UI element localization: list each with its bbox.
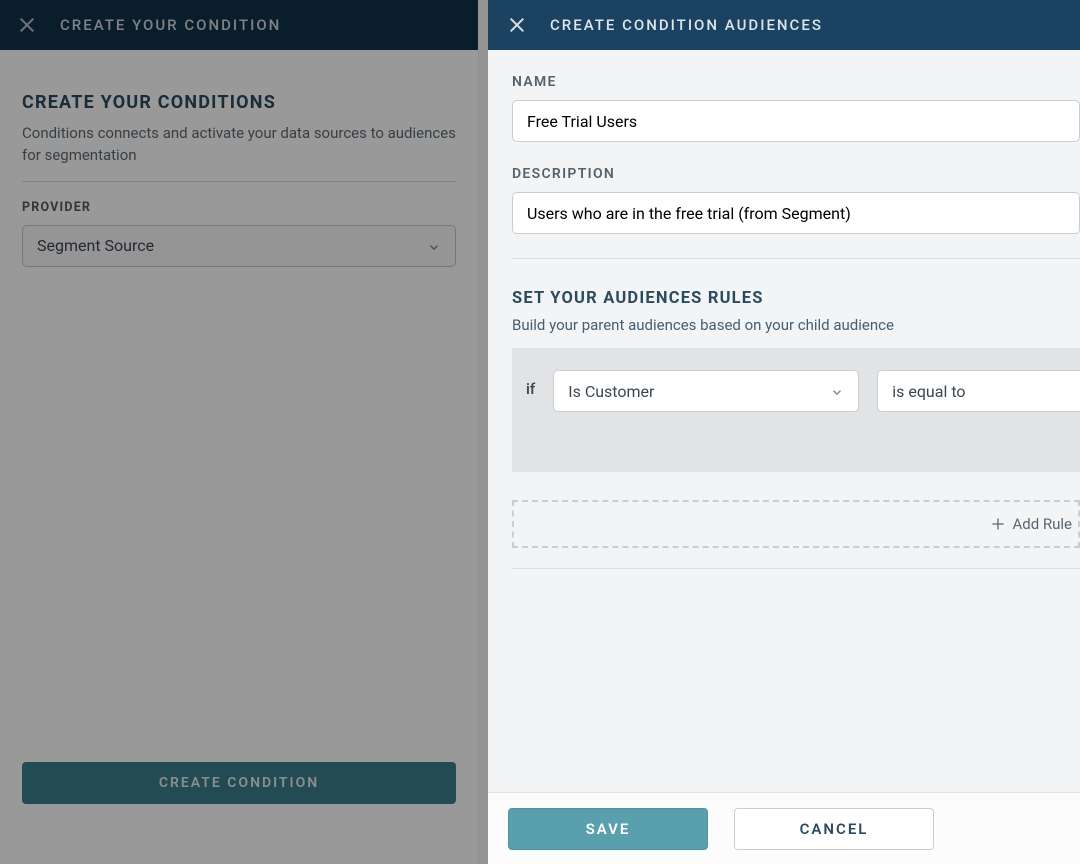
panel-divider: [478, 0, 488, 864]
right-panel-title: CREATE CONDITION AUDIENCES: [550, 16, 823, 34]
name-input[interactable]: [512, 100, 1080, 142]
left-panel-header: CREATE YOUR CONDITION: [0, 0, 478, 50]
provider-label: PROVIDER: [22, 200, 456, 215]
chevron-down-icon: [830, 384, 844, 398]
divider: [512, 568, 1080, 569]
right-panel-header: CREATE CONDITION AUDIENCES: [488, 0, 1080, 50]
name-label: NAME: [512, 74, 1080, 90]
rule-field-value: Is Customer: [568, 382, 654, 401]
rules-subtitle: Build your parent audiences based on you…: [512, 316, 1080, 334]
rules-title: SET YOUR AUDIENCES RULES: [512, 289, 1080, 308]
save-button[interactable]: SAVE: [508, 808, 708, 850]
chevron-down-icon: [427, 239, 441, 253]
close-icon[interactable]: [506, 14, 528, 36]
conditions-subtitle: Conditions connects and activate your da…: [22, 123, 456, 182]
rule-operator-select[interactable]: is equal to: [877, 370, 1080, 412]
rule-row: if Is Customer is equal to: [512, 348, 1080, 472]
add-rule-label: Add Rule: [1012, 515, 1072, 533]
create-condition-button[interactable]: CREATE CONDITION: [22, 762, 456, 804]
rule-field-select[interactable]: Is Customer: [553, 370, 859, 412]
provider-select-value: Segment Source: [37, 236, 154, 255]
conditions-title: CREATE YOUR CONDITIONS: [22, 92, 456, 113]
cancel-button[interactable]: CANCEL: [734, 808, 934, 850]
rule-operator-value: is equal to: [892, 382, 965, 401]
plus-icon: [990, 516, 1006, 532]
divider: [512, 258, 1080, 259]
description-label: DESCRIPTION: [512, 166, 1080, 182]
close-icon[interactable]: [16, 14, 38, 36]
add-rule-button[interactable]: Add Rule: [512, 500, 1080, 548]
rule-if-label: if: [526, 370, 535, 398]
right-panel-footer: SAVE CANCEL: [488, 792, 1080, 864]
left-panel-title: CREATE YOUR CONDITION: [60, 16, 281, 34]
create-condition-audiences-panel: CREATE CONDITION AUDIENCES NAME DESCRIPT…: [488, 0, 1080, 864]
description-input[interactable]: [512, 192, 1080, 234]
provider-select[interactable]: Segment Source: [22, 225, 456, 267]
create-condition-panel: CREATE YOUR CONDITION CREATE YOUR CONDIT…: [0, 0, 478, 864]
